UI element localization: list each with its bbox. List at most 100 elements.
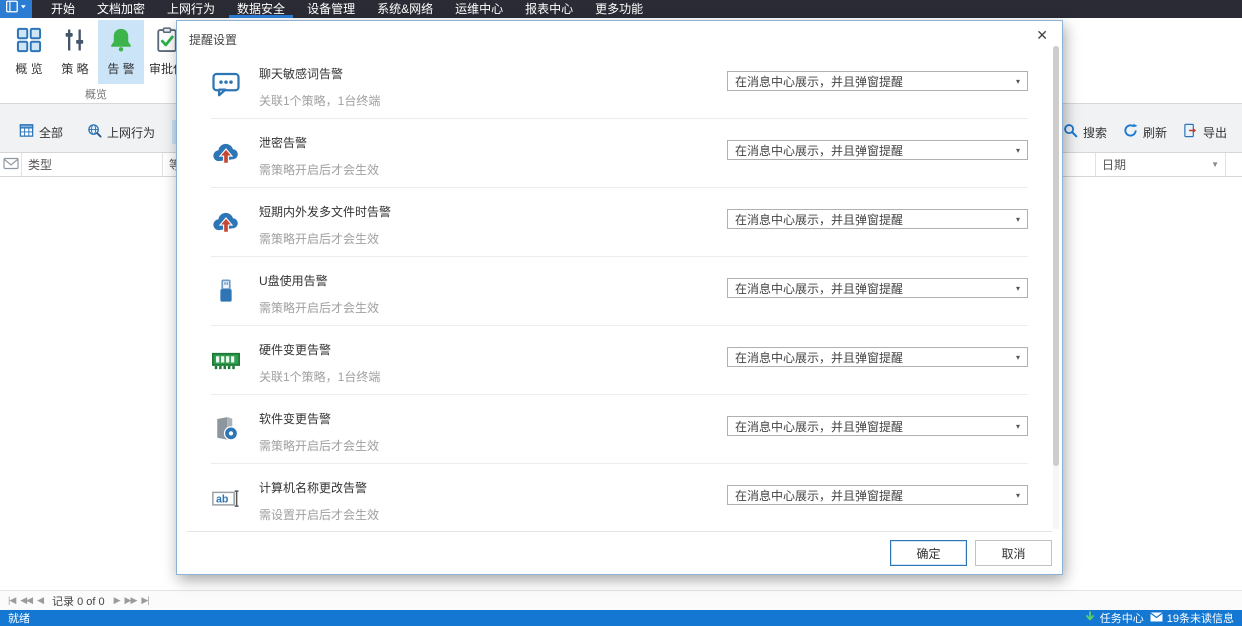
menubar-item[interactable]: 报表中心 bbox=[514, 0, 584, 18]
chevron-down-icon: ▾ bbox=[1016, 353, 1020, 362]
toolbar-action-button[interactable]: 刷新 bbox=[1116, 120, 1174, 144]
toolbar-action-button[interactable]: 导出 bbox=[1176, 120, 1234, 144]
menubar-item[interactable]: 上网行为 bbox=[156, 0, 226, 18]
cancel-button[interactable]: 取消 bbox=[975, 540, 1052, 566]
filter-caret-icon[interactable]: ▼ bbox=[1211, 160, 1219, 169]
multi-file-upload-icon bbox=[211, 207, 241, 237]
ok-button[interactable]: 确定 bbox=[890, 540, 967, 566]
mail-icon bbox=[1150, 612, 1163, 625]
hardware-ram-icon bbox=[211, 345, 241, 375]
first-page-button[interactable]: |◀ bbox=[8, 595, 15, 606]
last-page-button[interactable]: ▶| bbox=[141, 595, 148, 606]
next-page-button[interactable]: ▶ bbox=[114, 595, 120, 606]
alert-setting-row: 硬件变更告警 关联1个策略，1台终端 在消息中心展示，并且弹窗提醒 ▾ bbox=[211, 326, 1028, 395]
filter-tab[interactable]: 全部 bbox=[12, 120, 70, 144]
prev-page-button[interactable]: ◀ bbox=[37, 595, 43, 606]
download-arrow-icon bbox=[1084, 611, 1096, 626]
alert-title: 硬件变更告警 bbox=[259, 341, 331, 358]
alert-title: 软件变更告警 bbox=[259, 410, 331, 427]
top-menubar: 开始 文档加密 上网行为 数据安全 设备管理 系统&网络 运维中心 报表中心 更… bbox=[0, 0, 1242, 18]
ribbon-button[interactable]: 策 略 bbox=[52, 20, 98, 84]
scrollbar-thumb[interactable] bbox=[1053, 46, 1059, 466]
chevron-down-icon: ▾ bbox=[1016, 422, 1020, 431]
task-center-button[interactable]: 任务中心 bbox=[1084, 610, 1144, 626]
unread-messages-button[interactable]: 19条未读信息 bbox=[1150, 610, 1234, 626]
software-box-icon bbox=[211, 414, 241, 444]
alert-title: 泄密告警 bbox=[259, 134, 307, 151]
ribbon-group-label: 概览 bbox=[0, 86, 192, 102]
menubar-item[interactable]: 系统&网络 bbox=[366, 0, 444, 18]
ribbon-button[interactable]: 概 览 bbox=[6, 20, 52, 84]
web-behavior-icon bbox=[87, 123, 102, 141]
notify-mode-dropdown[interactable]: 在消息中心展示，并且弹窗提醒 ▾ bbox=[727, 416, 1028, 436]
notify-mode-value: 在消息中心展示，并且弹窗提醒 bbox=[735, 211, 903, 228]
dialog-footer: 确定 取消 bbox=[187, 531, 1052, 574]
notify-mode-value: 在消息中心展示，并且弹窗提醒 bbox=[735, 349, 903, 366]
ribbon-button-label: 策 略 bbox=[61, 60, 88, 77]
menubar-item[interactable]: 更多功能 bbox=[584, 0, 654, 18]
column-header-message[interactable] bbox=[0, 153, 22, 176]
menubar-item[interactable]: 数据安全 bbox=[226, 0, 296, 18]
status-right-group: 任务中心 19条未读信息 bbox=[1084, 610, 1234, 626]
dialog-close-button[interactable]: ✕ bbox=[1036, 28, 1048, 42]
alert-setting-row: 短期内外发多文件时告警 需策略开启后才会生效 在消息中心展示，并且弹窗提醒 ▾ bbox=[211, 188, 1028, 257]
reminder-settings-dialog: 提醒设置 ✕ 聊天敏感词告警 关联1个策略，1台终端 在消息中心展示，并且弹窗提… bbox=[176, 20, 1063, 575]
alert-subtitle: 需策略开启后才会生效 bbox=[259, 299, 379, 316]
all-table-icon bbox=[19, 123, 34, 141]
notify-mode-value: 在消息中心展示，并且弹窗提醒 bbox=[735, 280, 903, 297]
rename-field-icon: ab bbox=[211, 483, 241, 513]
filter-tab-label: 上网行为 bbox=[107, 124, 155, 141]
chevron-down-icon: ▾ bbox=[1016, 215, 1020, 224]
alert-setting-row: 软件变更告警 需策略开启后才会生效 在消息中心展示，并且弹窗提醒 ▾ bbox=[211, 395, 1028, 464]
ribbon-button-label: 概 览 bbox=[15, 60, 42, 77]
alert-title: 短期内外发多文件时告警 bbox=[259, 203, 391, 220]
next-group-button[interactable]: ▶▶ bbox=[125, 595, 137, 606]
leak-cloud-upload-icon bbox=[211, 138, 241, 168]
chevron-down-icon: ▾ bbox=[1016, 491, 1020, 500]
policy-sliders-icon bbox=[61, 25, 89, 55]
chevron-down-icon: ▾ bbox=[1016, 146, 1020, 155]
notify-mode-dropdown[interactable]: 在消息中心展示，并且弹窗提醒 ▾ bbox=[727, 347, 1028, 367]
app-menu-button[interactable] bbox=[0, 0, 32, 18]
menubar-items: 开始 文档加密 上网行为 数据安全 设备管理 系统&网络 运维中心 报表中心 更… bbox=[40, 0, 654, 18]
column-header-type[interactable]: 类型 bbox=[22, 153, 163, 176]
notify-mode-dropdown[interactable]: 在消息中心展示，并且弹窗提醒 ▾ bbox=[727, 278, 1028, 298]
menubar-item[interactable]: 开始 bbox=[40, 0, 86, 18]
alert-subtitle: 需策略开启后才会生效 bbox=[259, 230, 379, 247]
record-count-label: 记录 0 of 0 bbox=[52, 593, 105, 609]
search-icon bbox=[1063, 123, 1078, 141]
ribbon-button[interactable]: 告 警 bbox=[98, 20, 144, 84]
alert-subtitle: 需策略开启后才会生效 bbox=[259, 437, 379, 454]
notify-mode-dropdown[interactable]: 在消息中心展示，并且弹窗提醒 ▾ bbox=[727, 140, 1028, 160]
toolbar-action-button[interactable]: 搜索 bbox=[1056, 120, 1114, 144]
chevron-down-icon: ▾ bbox=[1016, 284, 1020, 293]
menubar-item[interactable]: 运维中心 bbox=[444, 0, 514, 18]
column-header-date[interactable]: 日期 ▼ bbox=[1096, 153, 1226, 176]
dialog-scrollbar[interactable] bbox=[1053, 46, 1059, 529]
status-ready-label: 就绪 bbox=[8, 610, 30, 626]
toolbar-action-label: 搜索 bbox=[1083, 124, 1107, 141]
ribbon-button-label: 告 警 bbox=[107, 60, 134, 77]
alert-title: U盘使用告警 bbox=[259, 272, 328, 289]
menubar-item[interactable]: 文档加密 bbox=[86, 0, 156, 18]
notify-mode-dropdown[interactable]: 在消息中心展示，并且弹窗提醒 ▾ bbox=[727, 209, 1028, 229]
overview-grid-icon bbox=[15, 25, 43, 55]
prev-group-button[interactable]: ◀◀ bbox=[20, 595, 32, 606]
notify-mode-dropdown[interactable]: 在消息中心展示，并且弹窗提醒 ▾ bbox=[727, 71, 1028, 91]
notify-mode-dropdown[interactable]: 在消息中心展示，并且弹窗提醒 ▾ bbox=[727, 485, 1028, 505]
chat-alert-icon bbox=[211, 69, 241, 99]
alert-setting-row: ab 计算机名称更改告警 需设置开启后才会生效 在消息中心展示，并且弹窗提醒 ▾ bbox=[211, 464, 1028, 533]
app-menu-icon bbox=[5, 0, 27, 18]
alert-setting-row: 泄密告警 需策略开启后才会生效 在消息中心展示，并且弹窗提醒 ▾ bbox=[211, 119, 1028, 188]
alert-subtitle: 需设置开启后才会生效 bbox=[259, 506, 379, 523]
alert-subtitle: 关联1个策略，1台终端 bbox=[259, 368, 380, 385]
dialog-title: 提醒设置 bbox=[189, 31, 237, 48]
notify-mode-value: 在消息中心展示，并且弹窗提醒 bbox=[735, 487, 903, 504]
envelope-icon bbox=[3, 157, 19, 173]
menubar-item[interactable]: 设备管理 bbox=[296, 0, 366, 18]
alert-title: 聊天敏感词告警 bbox=[259, 65, 343, 82]
notify-mode-value: 在消息中心展示，并且弹窗提醒 bbox=[735, 418, 903, 435]
svg-text:ab: ab bbox=[216, 493, 229, 505]
alert-setting-row: U盘使用告警 需策略开启后才会生效 在消息中心展示，并且弹窗提醒 ▾ bbox=[211, 257, 1028, 326]
filter-tab[interactable]: 上网行为 bbox=[80, 120, 162, 144]
